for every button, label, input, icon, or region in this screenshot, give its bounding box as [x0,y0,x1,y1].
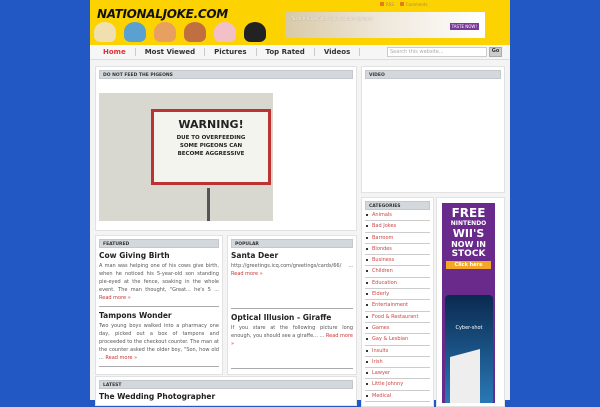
popular-box: Popular Santa Deer http://greetings.icq.… [227,235,357,375]
nav-most-viewed[interactable]: Most Viewed [136,48,206,56]
mascot-illustrations [94,22,266,42]
category-link[interactable]: Lawyer [365,368,430,380]
categories-box: Categories Animals Bad Jokes Barroom Blonde… [361,197,434,407]
latest-box: Latest The Wedding Photographer [95,376,357,406]
category-link[interactable]: Entertainment [365,300,430,312]
category-link[interactable]: Business [365,255,430,267]
header: NATIONALJOKE.COM RSS Comments Taste the … [90,0,510,45]
category-link[interactable]: Little Johnny [365,379,430,391]
post-title[interactable]: Cow Giving Birth [99,251,219,260]
category-link[interactable]: Gay & Lesbian [365,334,430,346]
read-more-link[interactable]: Read more » [105,355,137,361]
category-link[interactable]: Education [365,278,430,290]
banner-ad[interactable]: Taste the Delights: Gado-Gado in Jakarta… [285,12,485,38]
rss-icon [380,2,384,6]
nav-pictures[interactable]: Pictures [205,48,257,56]
featured-box: Featured Cow Giving Birth A man was help… [95,235,223,375]
read-more-link[interactable]: Read more » [99,295,131,301]
nav-home[interactable]: Home [94,48,136,56]
categories-list: Animals Bad Jokes Barroom Blondes Business Ch… [365,210,430,403]
category-link[interactable]: Insults [365,346,430,357]
category-link[interactable]: Elderly [365,289,430,301]
post-excerpt: If you stare at the following picture lo… [231,325,353,347]
section-heading: Video [365,70,501,79]
post-excerpt: A man was helping one of his cows give b… [99,263,219,301]
sidebar-ad-box: FREE NINTENDO WII'S NOW IN STOCK Click h… [436,197,505,407]
feed-links: RSS Comments [380,2,428,7]
section-heading: Do not feed the pigeons [99,70,353,79]
nav-top-rated[interactable]: Top Rated [257,48,315,56]
site-logo[interactable]: NATIONALJOKE.COM [97,7,228,21]
category-link[interactable]: Irish [365,357,430,369]
post-title[interactable]: Tampons Wonder [99,311,219,320]
page: NATIONALJOKE.COM RSS Comments Taste the … [90,0,510,407]
read-more-link[interactable]: Read more » [231,271,263,277]
banner-ad-button[interactable]: TASTE NOW! [449,23,479,30]
post-excerpt: http://greetings.icq.com/greetings/cards… [231,263,353,277]
search-go-button[interactable]: Go [489,47,502,57]
warning-sign-image[interactable]: WARNING! DUE TO OVERFEEDING SOME PIGEONS… [99,93,273,221]
nav-videos[interactable]: Videos [315,48,361,56]
post-title[interactable]: Optical Illusion - Giraffe [231,313,353,322]
rss-icon [399,2,404,6]
ad-click-button[interactable]: Click here [446,261,491,269]
category-link[interactable]: Medical [365,391,430,403]
rss-link[interactable]: RSS [380,2,394,7]
category-link[interactable]: Children [365,266,430,278]
section-heading: Latest [99,380,353,389]
category-link[interactable]: Barroom [365,233,430,244]
section-heading: Featured [99,239,219,248]
category-link[interactable]: Games [365,323,430,335]
category-link[interactable]: Food & Restaurant [365,312,430,323]
section-heading: Categories [365,201,430,210]
post-excerpt: Two young boys walked into a pharmacy on… [99,323,219,361]
section-heading: Popular [231,239,353,248]
featured-image-box: Do not feed the pigeons WARNING! DUE TO … [95,66,357,231]
video-box: Video [361,66,505,193]
category-link[interactable]: Bad Jokes [365,221,430,233]
nintendo-wii-ad[interactable]: FREE NINTENDO WII'S NOW IN STOCK Click h… [442,203,495,403]
post-title[interactable]: Santa Deer [231,251,353,260]
search-input[interactable]: Search this website... [387,47,487,57]
comments-feed-link[interactable]: Comments [399,2,428,7]
category-link[interactable]: Animals [365,210,430,222]
category-link[interactable]: Blondes [365,244,430,256]
